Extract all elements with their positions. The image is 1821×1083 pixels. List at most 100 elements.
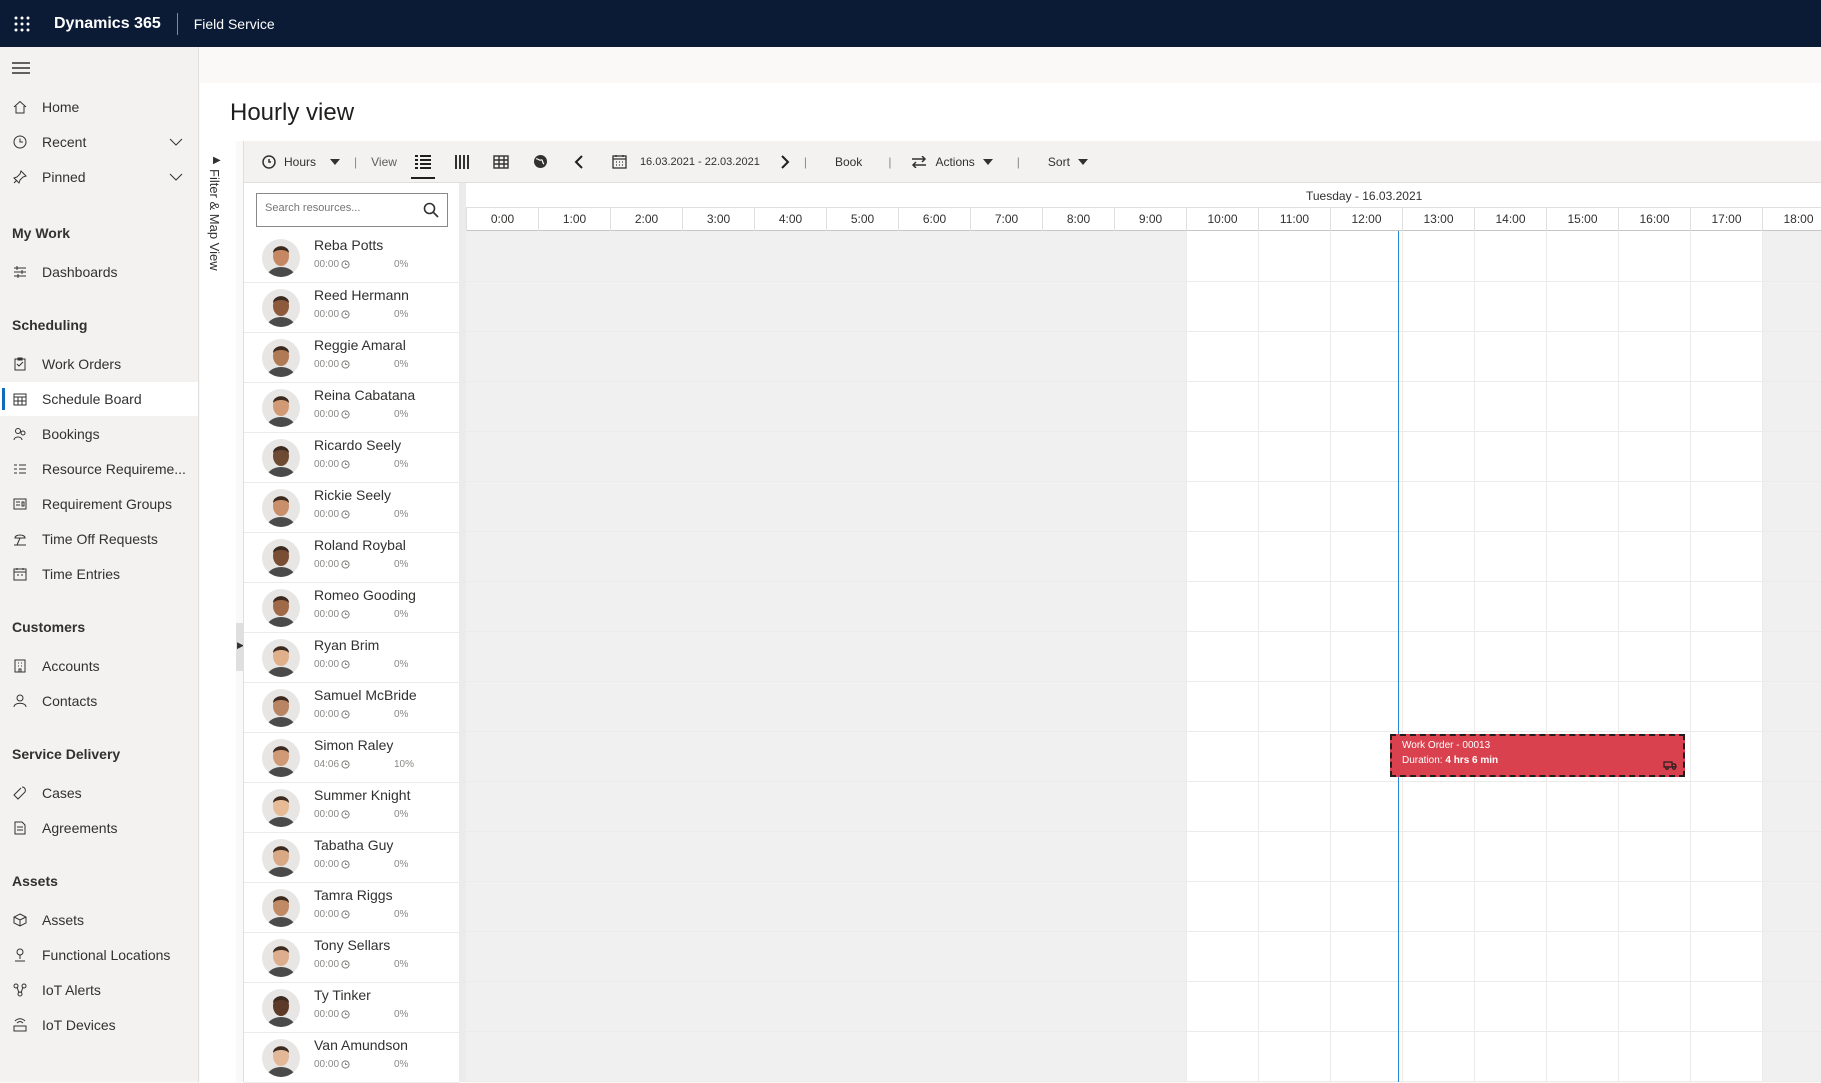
schedule-grid[interactable]: Tuesday - 16.03.2021 0:00 1:00 2:00 3:00 4:0… [466, 183, 1821, 1082]
search-icon[interactable] [423, 202, 439, 218]
hour-label: 14:00 [1474, 208, 1546, 231]
nav-home[interactable]: Home [0, 90, 198, 124]
nav-requirement-groups[interactable]: Requirement Groups [0, 487, 198, 521]
nav-recent[interactable]: Recent [0, 125, 198, 159]
app-launcher-icon[interactable] [0, 0, 44, 47]
nav-iot-alerts[interactable]: IoT Alerts [0, 973, 198, 1007]
nav-schedule-board[interactable]: Schedule Board [0, 382, 198, 416]
timescale-dropdown[interactable]: Hours [262, 141, 341, 183]
nav-time-off-requests[interactable]: Time Off Requests [0, 522, 198, 556]
brand-title[interactable]: Dynamics 365 [54, 15, 161, 33]
resource-row[interactable]: Tony Sellars 00:00 0% [244, 933, 459, 983]
utilization-percent: 0% [394, 859, 409, 870]
clock-icon [341, 910, 350, 919]
nav-time-entries[interactable]: Time Entries [0, 557, 198, 591]
nav-bookings[interactable]: Bookings [0, 417, 198, 451]
grid-body[interactable]: Work Order - 00013 Duration: 4 hrs 6 min [466, 231, 1821, 1082]
booking-title: Work Order - 00013 [1402, 740, 1491, 751]
nav-contacts[interactable]: Contacts [0, 684, 198, 718]
nav-accounts[interactable]: Accounts [0, 649, 198, 683]
caret-down-icon [1077, 158, 1088, 165]
resource-row[interactable]: Reggie Amaral 00:00 0% [244, 333, 459, 383]
booking-block[interactable]: Work Order - 00013 Duration: 4 hrs 6 min [1390, 734, 1685, 777]
resource-row[interactable]: Ricardo Seely 00:00 0% [244, 433, 459, 483]
filter-map-label[interactable]: Filter & Map View [207, 169, 222, 271]
nav-iot-devices[interactable]: IoT Devices [0, 1008, 198, 1042]
nav-agreements[interactable]: Agreements [0, 811, 198, 845]
grid-view-button[interactable] [493, 141, 509, 183]
nav-cases[interactable]: Cases [0, 776, 198, 810]
book-button[interactable]: Book [835, 141, 862, 183]
resource-row[interactable]: Ty Tinker 00:00 0% [244, 983, 459, 1033]
avatar [262, 689, 300, 727]
nav-dashboards[interactable]: Dashboards [0, 255, 198, 289]
hour-gridline [1546, 231, 1547, 1082]
nav-contacts-label: Contacts [42, 693, 98, 709]
nav-agreements-label: Agreements [42, 820, 118, 836]
nav-functional-locations[interactable]: Functional Locations [0, 938, 198, 972]
sort-dropdown[interactable]: Sort [1048, 141, 1088, 183]
hamburger-icon[interactable] [12, 61, 30, 75]
list-view-button[interactable] [410, 141, 435, 183]
nav-work-orders[interactable]: Work Orders [0, 347, 198, 381]
resource-row[interactable]: Tabatha Guy 00:00 0% [244, 833, 459, 883]
nav-pinned[interactable]: Pinned [0, 160, 198, 194]
clock-icon [12, 134, 28, 150]
section-service-delivery: Service Delivery [12, 746, 121, 762]
chevron-down-icon[interactable] [168, 134, 184, 150]
hours-value: 00:00 [314, 259, 340, 270]
resource-search[interactable] [256, 193, 448, 227]
resource-row[interactable]: Roland Roybal 00:00 0% [244, 533, 459, 583]
resource-hours: 00:00 [314, 709, 350, 720]
expand-right-icon[interactable]: ▶ [213, 155, 221, 166]
hours-value: 00:00 [314, 859, 340, 870]
hours-value: 00:00 [314, 909, 340, 920]
hour-label: 16:00 [1618, 208, 1690, 231]
vertical-view-button[interactable] [454, 141, 469, 183]
resource-row[interactable]: Romeo Gooding 00:00 0% [244, 583, 459, 633]
nav-resource-requirements[interactable]: Resource Requireme... [0, 452, 198, 486]
calendar-grid-icon [12, 391, 28, 407]
resource-row[interactable]: Van Amundson 00:00 0% [244, 1033, 459, 1083]
next-button[interactable] [780, 141, 790, 183]
resource-row[interactable]: Reba Potts 00:00 0% [244, 233, 459, 283]
search-input[interactable] [265, 202, 415, 214]
list-view-icon [414, 154, 431, 169]
hours-value: 04:06 [314, 759, 340, 770]
map-view-button[interactable] [533, 141, 548, 183]
date-picker-button[interactable] [612, 141, 627, 183]
actions-label: Actions [935, 154, 975, 169]
resource-row[interactable]: Samuel McBride 00:00 0% [244, 683, 459, 733]
hours-value: 00:00 [314, 809, 340, 820]
resource-row[interactable]: Reed Hermann 00:00 0% [244, 283, 459, 333]
app-title[interactable]: Field Service [194, 16, 275, 32]
resource-row[interactable]: Rickie Seely 00:00 0% [244, 483, 459, 533]
resource-row[interactable]: Ryan Brim 00:00 0% [244, 633, 459, 683]
hour-gridline [1618, 231, 1619, 1082]
date-range[interactable]: 16.03.2021 - 22.03.2021 [640, 141, 760, 183]
avatar [262, 989, 300, 1027]
resource-row[interactable]: Tamra Riggs 00:00 0% [244, 883, 459, 933]
avatar [262, 589, 300, 627]
pin-icon [12, 169, 28, 185]
section-assets: Assets [12, 873, 58, 889]
resource-row[interactable]: Reina Cabatana 00:00 0% [244, 383, 459, 433]
nav-assets[interactable]: Assets [0, 903, 198, 937]
row-gridline [466, 481, 1821, 482]
hour-label: 18:00 [1762, 208, 1821, 231]
table-icon [493, 154, 509, 169]
chevron-down-icon[interactable] [168, 169, 184, 185]
resource-hours: 00:00 [314, 1009, 350, 1020]
utilization-percent: 0% [394, 309, 409, 320]
nav-bookings-label: Bookings [42, 426, 100, 442]
actions-dropdown[interactable]: Actions [911, 141, 993, 183]
resource-name: Samuel McBride [314, 687, 417, 703]
utilization-percent: 0% [394, 1009, 409, 1020]
toolbar-separator: | [1016, 154, 1020, 169]
filter-map-panel[interactable]: ▶ Filter & Map View [200, 141, 236, 1082]
row-gridline [466, 831, 1821, 832]
resource-row[interactable]: Simon Raley 04:06 10% [244, 733, 459, 783]
resource-row[interactable]: Summer Knight 00:00 0% [244, 783, 459, 833]
utilization-percent: 0% [394, 709, 409, 720]
previous-button[interactable] [574, 141, 584, 183]
